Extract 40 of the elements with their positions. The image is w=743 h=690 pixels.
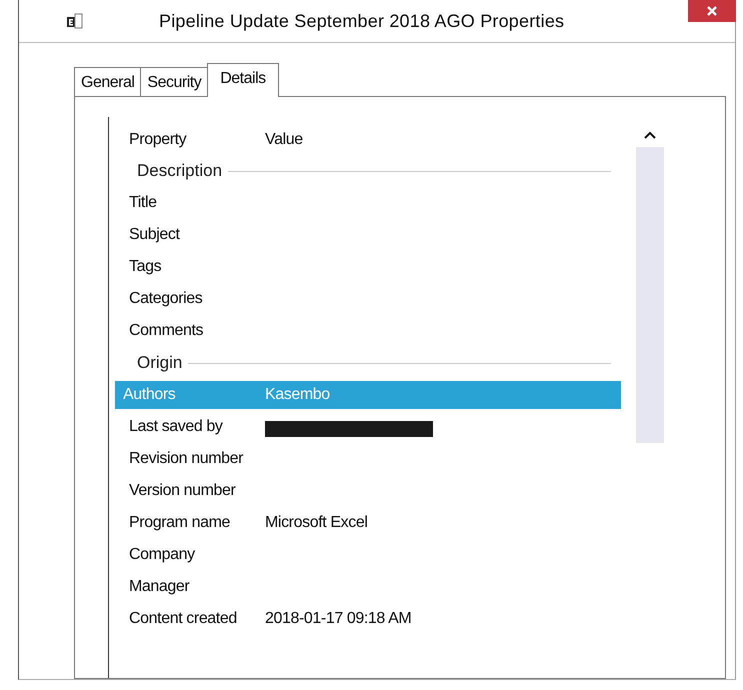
scroll-thumb[interactable] [636,147,664,443]
property-name: Last saved by [129,418,224,436]
group-heading: Description [137,161,222,181]
property-value: 2018-01-17 09:18 AM [265,610,412,628]
property-name: Tags [129,258,162,276]
tab[interactable]: General [74,67,142,97]
property-row[interactable]: Version number [115,475,635,507]
scroll-up-icon[interactable] [644,131,656,139]
property-name: Authors [123,386,176,404]
property-row[interactable]: Tags [115,251,635,283]
property-name: Revision number [129,450,244,468]
spreadsheet-icon [67,12,83,30]
window-title: Pipeline Update September 2018 AGO Properties [159,11,564,32]
column-header[interactable]: Property [129,131,265,149]
close-button[interactable] [688,0,736,22]
property-row[interactable]: Revision number [115,443,635,475]
property-row[interactable]: Program name Microsoft Excel [115,507,635,539]
property-name: Company [129,546,196,564]
property-name: Title [129,194,158,212]
close-icon [706,5,718,17]
property-row[interactable]: Subject [115,219,635,251]
property-name: Content created [129,610,238,628]
group-heading: Origin [137,353,182,373]
property-name: Version number [129,482,236,500]
column-header[interactable]: Value [265,131,303,149]
property-row[interactable]: Title [115,187,635,219]
property-row[interactable]: Last saved by [115,411,635,443]
property-name: Manager [129,578,190,596]
property-value: Kasembo [265,386,330,404]
property-row[interactable]: Comments [115,315,635,347]
property-row[interactable]: Content created 2018-01-17 09:18 AM [115,603,635,635]
property-name: Categories [129,290,204,308]
property-name: Comments [129,322,204,340]
property-row[interactable]: Company [115,539,635,571]
property-value: Microsoft Excel [265,514,368,532]
property-name: Program name [129,514,232,532]
tab[interactable]: Details [207,63,279,97]
property-row[interactable]: Categories [115,283,635,315]
property-name: Subject [129,226,181,244]
property-row[interactable]: Manager [115,571,635,603]
